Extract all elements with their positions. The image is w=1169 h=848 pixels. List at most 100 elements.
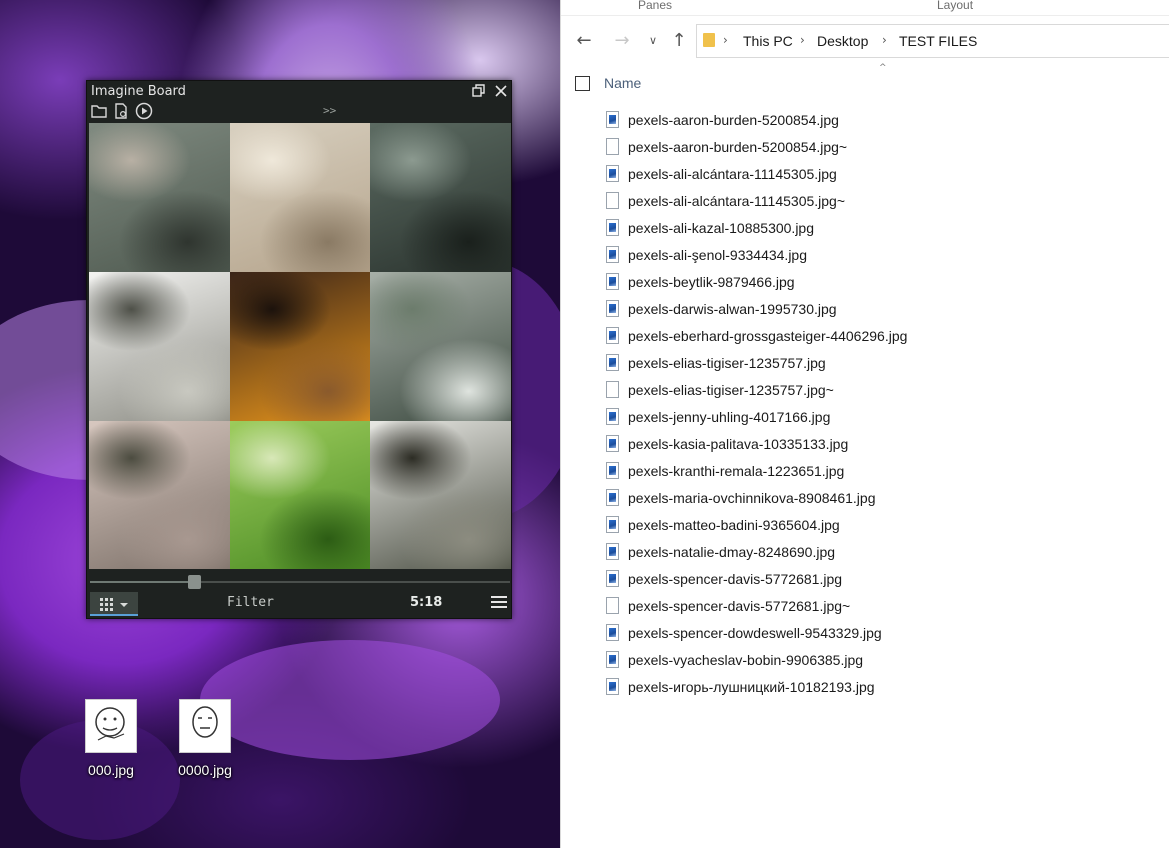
up-arrow-icon[interactable]: ↑	[668, 30, 690, 52]
file-row[interactable]: pexels-natalie-dmay-8248690.jpg	[605, 540, 1165, 567]
image-file-icon	[606, 219, 619, 236]
file-name: pexels-natalie-dmay-8248690.jpg	[628, 544, 836, 560]
breadcrumb-desktop[interactable]: Desktop	[817, 33, 868, 49]
column-header-name[interactable]: Name	[604, 75, 641, 91]
image-file-icon	[606, 624, 619, 641]
blank-file-icon	[606, 192, 619, 209]
file-row[interactable]: pexels-игорь-лушницкий-10182193.jpg	[605, 675, 1165, 702]
zoom-slider-fill	[90, 581, 195, 583]
chevron-right-icon[interactable]: ›	[882, 33, 887, 47]
blank-file-icon	[606, 597, 619, 614]
file-row[interactable]: pexels-matteo-badini-9365604.jpg	[605, 513, 1165, 540]
file-row[interactable]: pexels-spencer-davis-5772681.jpg	[605, 567, 1165, 594]
file-row[interactable]: pexels-aaron-burden-5200854.jpg	[605, 108, 1165, 135]
thumbnail-foggy-hillside[interactable]	[89, 272, 230, 421]
image-file-icon	[606, 435, 619, 452]
file-row[interactable]: pexels-ali-kazal-10885300.jpg	[605, 216, 1165, 243]
file-name: pexels-darwis-alwan-1995730.jpg	[628, 301, 837, 317]
file-row[interactable]: pexels-elias-tigiser-1235757.jpg	[605, 351, 1165, 378]
image-file-icon	[606, 300, 619, 317]
blank-file-icon	[606, 138, 619, 155]
image-file-icon	[606, 543, 619, 560]
file-name: pexels-vyacheslav-bobin-9906385.jpg	[628, 652, 864, 668]
file-row[interactable]: pexels-spencer-davis-5772681.jpg~	[605, 594, 1165, 621]
ribbon-panes-label: Panes	[638, 0, 673, 12]
zoom-slider-handle[interactable]	[188, 575, 201, 589]
file-row[interactable]: pexels-spencer-dowdeswell-9543329.jpg	[605, 621, 1165, 648]
image-file-icon	[606, 678, 619, 695]
meme-face-thumbnail	[179, 699, 231, 753]
file-name: pexels-ali-kazal-10885300.jpg	[628, 220, 815, 236]
file-row[interactable]: pexels-maria-ovchinnikova-8908461.jpg	[605, 486, 1165, 513]
file-name: pexels-jenny-uhling-4017166.jpg	[628, 409, 831, 425]
file-row[interactable]: pexels-vyacheslav-bobin-9906385.jpg	[605, 648, 1165, 675]
more-toolbar-button[interactable]: >>	[323, 104, 336, 117]
image-file-icon	[606, 651, 619, 668]
file-row[interactable]: pexels-jenny-uhling-4017166.jpg	[605, 405, 1165, 432]
open-file-icon[interactable]	[112, 102, 130, 120]
hamburger-menu-icon[interactable]	[491, 596, 507, 610]
wallpaper-petal	[200, 640, 500, 760]
desktop-icon-label: 000.jpg	[88, 762, 134, 778]
file-name: pexels-elias-tigiser-1235757.jpg~	[628, 382, 834, 398]
folder-icon	[703, 33, 715, 47]
breadcrumb-this-pc[interactable]: This PC	[743, 33, 793, 49]
file-name: pexels-aaron-burden-5200854.jpg~	[628, 139, 848, 155]
file-row[interactable]: pexels-ali-alcántara-11145305.jpg	[605, 162, 1165, 189]
thumbnail-sunset-lavender[interactable]	[230, 272, 370, 421]
thumbnail-mountain-road[interactable]	[370, 421, 511, 569]
file-name: pexels-spencer-dowdeswell-9543329.jpg	[628, 625, 882, 641]
image-file-icon	[606, 165, 619, 182]
file-row[interactable]: pexels-eberhard-grossgasteiger-4406296.j…	[605, 324, 1165, 351]
window-title: Imagine Board	[91, 84, 186, 99]
forward-arrow-icon[interactable]: →	[611, 30, 633, 52]
close-icon[interactable]	[493, 83, 509, 99]
thumbnail-glass-rose[interactable]	[230, 123, 370, 272]
sort-ascending-icon: ^	[879, 63, 887, 73]
restore-icon[interactable]	[471, 83, 487, 99]
ribbon-layout-label: Layout	[937, 0, 974, 12]
file-explorer-window: Panes Layout ← → ∨ ↑ › This PC › Desktop…	[560, 0, 1169, 848]
file-name: pexels-maria-ovchinnikova-8908461.jpg	[628, 490, 876, 506]
file-name: pexels-ali-alcántara-11145305.jpg~	[628, 193, 846, 209]
file-row[interactable]: pexels-aaron-burden-5200854.jpg~	[605, 135, 1165, 162]
address-bar[interactable]: › This PC › Desktop › TEST FILES	[696, 24, 1169, 58]
file-row[interactable]: pexels-kasia-palitava-10335133.jpg	[605, 432, 1165, 459]
breadcrumb-test-files[interactable]: TEST FILES	[899, 33, 977, 49]
filter-input[interactable]: Filter	[227, 595, 274, 610]
file-name: pexels-eberhard-grossgasteiger-4406296.j…	[628, 328, 908, 344]
thumbnail-tea-leaves[interactable]	[230, 421, 370, 569]
chevron-down-icon	[120, 603, 128, 607]
file-name: pexels-aaron-burden-5200854.jpg	[628, 112, 839, 128]
recent-locations-chevron-icon[interactable]: ∨	[642, 30, 664, 52]
thumbnail-teapot[interactable]	[89, 123, 230, 272]
thumbnail-misty-pines[interactable]	[370, 272, 511, 421]
thumbnail-hazy-valley[interactable]	[89, 421, 230, 569]
chevron-right-icon[interactable]: ›	[800, 33, 805, 47]
image-file-icon	[606, 408, 619, 425]
desktop-icon-0000[interactable]: 0000.jpg	[170, 699, 240, 778]
imagine-board-window: Imagine Board >> Filter 5:18	[86, 80, 512, 619]
file-name: pexels-kranthi-remala-1223651.jpg	[628, 463, 845, 479]
file-row[interactable]: pexels-darwis-alwan-1995730.jpg	[605, 297, 1165, 324]
desktop-icon-000[interactable]: 000.jpg	[76, 699, 146, 778]
back-arrow-icon[interactable]: ←	[573, 30, 595, 52]
open-folder-icon[interactable]	[90, 102, 108, 120]
file-name: pexels-kasia-palitava-10335133.jpg	[628, 436, 849, 452]
file-row[interactable]: pexels-elias-tigiser-1235757.jpg~	[605, 378, 1165, 405]
image-file-icon	[606, 489, 619, 506]
file-row[interactable]: pexels-beytlik-9879466.jpg	[605, 270, 1165, 297]
chevron-right-icon[interactable]: ›	[723, 33, 728, 47]
image-file-icon	[606, 570, 619, 587]
file-name: pexels-игорь-лушницкий-10182193.jpg	[628, 679, 875, 695]
view-mode-button[interactable]	[90, 592, 138, 616]
slideshow-play-icon[interactable]	[135, 102, 153, 120]
blank-file-icon	[606, 381, 619, 398]
file-row[interactable]: pexels-kranthi-remala-1223651.jpg	[605, 459, 1165, 486]
file-name: pexels-spencer-davis-5772681.jpg~	[628, 598, 851, 614]
thumbnail-misty-forest[interactable]	[370, 123, 511, 272]
file-row[interactable]: pexels-ali-alcántara-11145305.jpg~	[605, 189, 1165, 216]
select-all-checkbox[interactable]	[575, 76, 590, 91]
file-row[interactable]: pexels-ali-şenol-9334434.jpg	[605, 243, 1165, 270]
image-file-icon	[606, 354, 619, 371]
